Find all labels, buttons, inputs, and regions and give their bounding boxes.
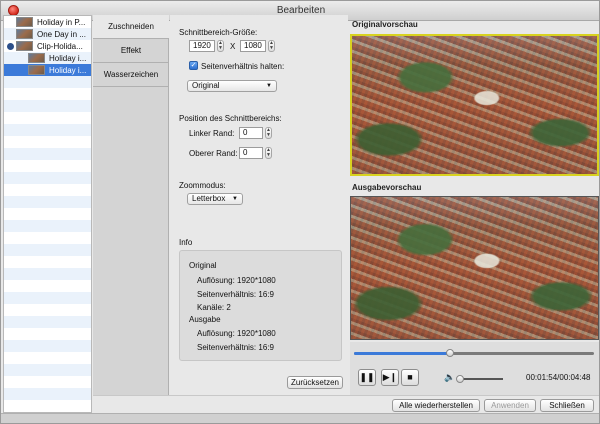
- video-thumbnail-icon: [16, 29, 33, 39]
- info-original-channels: Kanäle: 2: [197, 303, 231, 312]
- disclosure-icon[interactable]: [7, 42, 14, 50]
- original-preview-image[interactable]: [350, 34, 599, 176]
- tab-effect[interactable]: Effekt: [93, 39, 169, 63]
- output-preview-image: [350, 196, 599, 340]
- edit-window: Bearbeiten Holiday in P... One Day in ..…: [0, 0, 600, 424]
- file-list-item[interactable]: Holiday in P...: [4, 16, 91, 28]
- crop-size-title: Schnittbereich-Größe:: [179, 28, 258, 37]
- top-margin-label: Oberer Rand:: [189, 149, 238, 158]
- file-list[interactable]: Holiday in P... One Day in ... Clip-Holi…: [3, 15, 92, 413]
- restore-all-button[interactable]: Alle wiederherstellen: [392, 399, 480, 412]
- left-margin-stepper[interactable]: ▲ ▼: [265, 127, 272, 139]
- volume-icon: 🔈: [444, 372, 456, 382]
- video-thumbnail-icon: [16, 17, 33, 27]
- pause-button[interactable]: ❚❚: [358, 369, 376, 386]
- original-preview-label: Originalvorschau: [352, 20, 418, 29]
- video-thumbnail-icon: [28, 65, 45, 75]
- info-output-ratio: Seitenverhältnis: 16:9: [197, 343, 274, 352]
- reset-button[interactable]: Zurücksetzen: [287, 376, 343, 389]
- crop-width-field[interactable]: 1920: [189, 40, 215, 52]
- info-original-ratio: Seitenverhältnis: 16:9: [197, 290, 274, 299]
- left-margin-label: Linker Rand:: [189, 129, 235, 138]
- file-list-item[interactable]: One Day in ...: [4, 28, 91, 40]
- info-original-heading: Original: [189, 261, 217, 270]
- stop-button[interactable]: ■: [401, 369, 419, 386]
- info-output-heading: Ausgabe: [189, 315, 221, 324]
- volume-slider[interactable]: [458, 378, 503, 380]
- file-list-item[interactable]: Clip-Holida...: [4, 40, 91, 52]
- timecode: 00:01:54/00:04:48: [526, 373, 591, 382]
- aspect-ratio-select[interactable]: Original ▼: [187, 80, 277, 92]
- tab-crop[interactable]: Zuschneiden: [93, 15, 169, 39]
- crop-height-stepper[interactable]: ▲ ▼: [268, 40, 275, 52]
- info-original-resolution: Auflösung: 1920*1080: [197, 276, 276, 285]
- seek-handle[interactable]: [446, 349, 454, 357]
- player-controls: ❚❚ ▶❙ ■ 🔈 00:01:54/00:04:48: [350, 342, 599, 396]
- left-margin-field[interactable]: 0: [239, 127, 263, 139]
- video-thumbnail-icon: [28, 53, 45, 63]
- file-list-subitem-selected[interactable]: Holiday i...: [4, 64, 91, 76]
- file-list-subitem[interactable]: Holiday i...: [4, 52, 91, 64]
- seek-bar[interactable]: [354, 352, 594, 355]
- zoom-mode-select[interactable]: Letterbox ▼: [187, 193, 243, 205]
- bottom-status-strip: [1, 413, 599, 423]
- zoom-mode-title: Zoommodus:: [179, 181, 226, 190]
- edit-tabs: Zuschneiden Effekt Wasserzeichen: [93, 15, 169, 395]
- video-thumbnail-icon: [16, 41, 33, 51]
- seek-progress: [354, 352, 450, 355]
- top-margin-stepper[interactable]: ▲ ▼: [265, 147, 272, 159]
- crop-height-field[interactable]: 1080: [240, 40, 266, 52]
- apply-button[interactable]: Anwenden: [484, 399, 536, 412]
- keep-ratio-label: Seitenverhältnis halten:: [201, 62, 285, 71]
- top-margin-field[interactable]: 0: [239, 147, 263, 159]
- crop-width-stepper[interactable]: ▲ ▼: [217, 40, 224, 52]
- chevron-down-icon: ▼: [266, 83, 272, 89]
- keep-ratio-checkbox[interactable]: ✓: [189, 61, 198, 70]
- close-button[interactable]: Schließen: [540, 399, 594, 412]
- output-preview-label: Ausgabevorschau: [352, 183, 422, 192]
- crop-position-title: Position des Schnittbereichs:: [179, 114, 282, 123]
- info-title: Info: [179, 238, 193, 247]
- tab-watermark[interactable]: Wasserzeichen: [93, 63, 169, 87]
- volume-handle[interactable]: [456, 375, 464, 383]
- dimension-separator: X: [230, 42, 236, 51]
- info-output-resolution: Auflösung: 1920*1080: [197, 329, 276, 338]
- step-forward-button[interactable]: ▶❙: [381, 369, 399, 386]
- chevron-down-icon: ▼: [232, 196, 238, 202]
